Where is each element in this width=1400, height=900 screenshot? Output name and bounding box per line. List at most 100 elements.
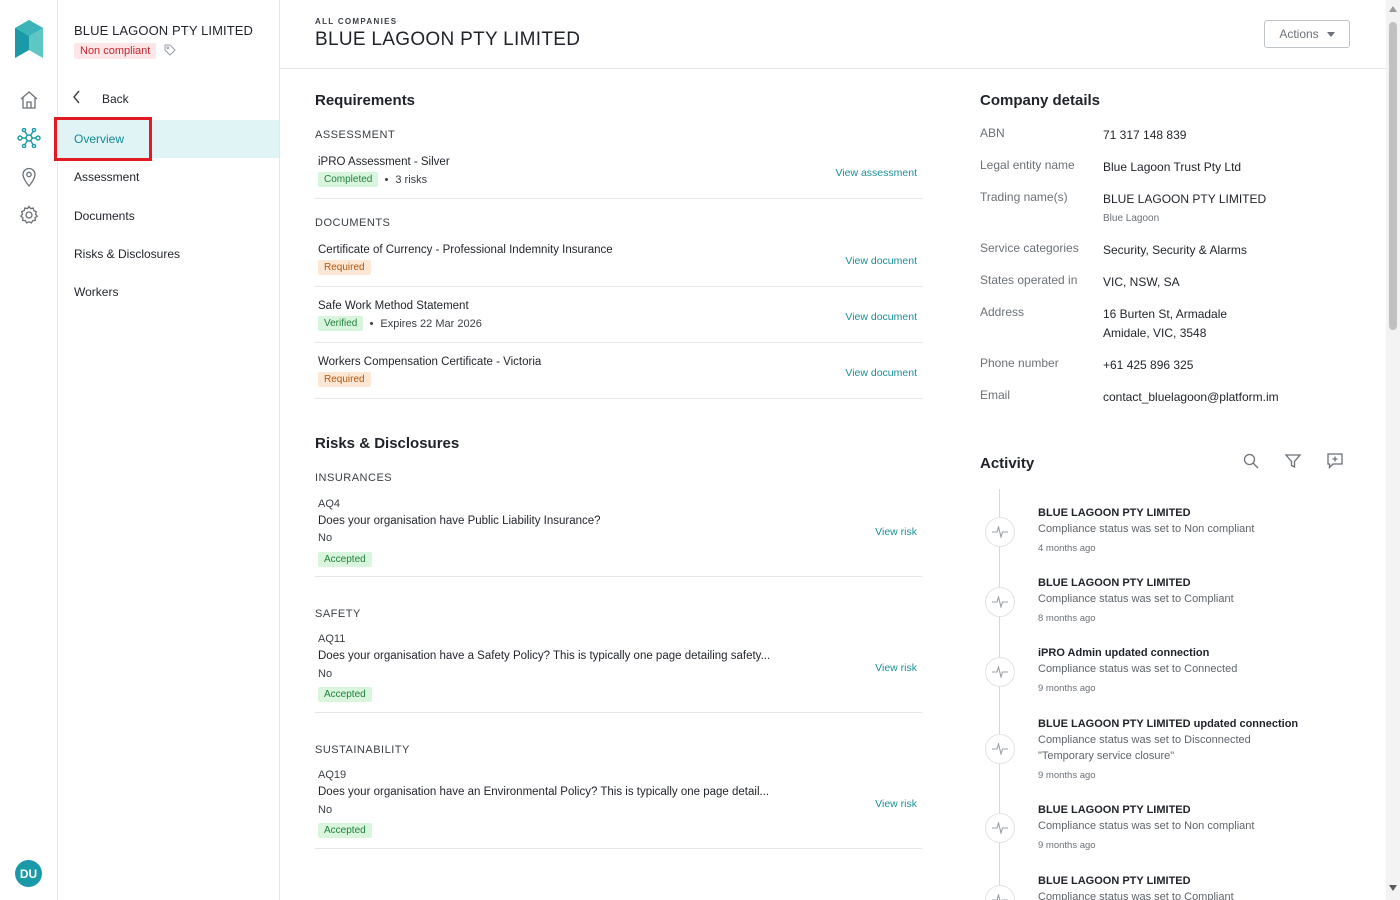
back-button[interactable]: Back: [72, 90, 129, 107]
risk-row: AQ11 Does your organisation have a Safet…: [315, 624, 922, 713]
activity-actor: BLUE LAGOON PTY LIMITED: [1038, 804, 1191, 816]
detail-value: 16 Burten St, Armadale: [1103, 307, 1228, 321]
status-badge: Required: [318, 372, 371, 387]
activity-actor: BLUE LAGOON PTY LIMITED: [1038, 507, 1191, 519]
risk-question: Does your organisation have an Environme…: [318, 786, 770, 798]
activity-actor: BLUE LAGOON PTY LIMITED updated connecti…: [1038, 718, 1299, 730]
sidebar-item-label: Risks & Disclosures: [74, 247, 181, 261]
assessment-meta: Completed 3 risks: [318, 172, 427, 187]
sidebar-item-label: Documents: [74, 209, 135, 223]
page-title: BLUE LAGOON PTY LIMITED: [315, 29, 581, 50]
view-assessment-link[interactable]: View assessment: [835, 167, 917, 179]
sidebar-item-label: Assessment: [74, 170, 140, 184]
logo-icon[interactable]: [15, 20, 43, 60]
detail-subvalue: Blue Lagoon: [1103, 213, 1160, 224]
view-risk-link[interactable]: View risk: [875, 798, 917, 810]
sidebar-item-overview[interactable]: Overview: [54, 117, 279, 161]
search-icon[interactable]: [1242, 452, 1260, 470]
risk-group-label: INSURANCES: [315, 472, 393, 484]
sidebar-company-name: BLUE LAGOON PTY LIMITED: [74, 23, 254, 38]
activity-actor: iPRO Admin updated connection: [1038, 647, 1210, 659]
sidebar-item-label: Workers: [74, 285, 119, 299]
activity-time: 4 months ago: [1038, 543, 1096, 554]
detail-label: Address: [980, 305, 1025, 319]
scroll-down-arrow-icon[interactable]: [1389, 885, 1397, 891]
sidebar-item-workers[interactable]: Workers: [58, 273, 279, 311]
risk-code: AQ11: [318, 633, 346, 645]
risk-group-label: SAFETY: [315, 608, 361, 620]
documents-group-label: DOCUMENTS: [315, 217, 391, 229]
expiry-prefix: Expires: [380, 317, 418, 330]
company-details-title: Company details: [980, 92, 1101, 109]
status-badge: Accepted: [318, 552, 372, 567]
risks-title: Risks & Disclosures: [315, 435, 460, 452]
activity-actor: BLUE LAGOON PTY LIMITED: [1038, 875, 1191, 887]
page-header: ALL COMPANIES BLUE LAGOON PTY LIMITED Ac…: [280, 0, 1386, 69]
status-badge: Verified: [318, 316, 364, 331]
activity-actor: BLUE LAGOON PTY LIMITED: [1038, 577, 1191, 589]
document-name: Workers Compensation Certificate - Victo…: [318, 356, 542, 368]
view-risk-link[interactable]: View risk: [875, 526, 917, 538]
compliance-status-badge: Non compliant: [74, 43, 157, 59]
scrollbar-thumb[interactable]: [1389, 22, 1397, 330]
activity-description: Compliance status was set to Non complia…: [1038, 523, 1255, 535]
status-badge: Accepted: [318, 687, 372, 702]
tag-icon[interactable]: [164, 44, 176, 56]
filter-icon[interactable]: [1284, 452, 1302, 470]
status-badge: Completed: [318, 172, 379, 187]
activity-item: iPRO Admin updated connection Compliance…: [980, 647, 1360, 707]
detail-value: Security, Security & Alarms: [1103, 243, 1247, 257]
actions-dropdown-button[interactable]: Actions: [1264, 20, 1350, 48]
pulse-icon: [985, 813, 1015, 843]
activity-description: Compliance status was set to Compliant: [1038, 891, 1234, 900]
caret-down-icon: [1326, 31, 1335, 37]
back-label: Back: [102, 91, 129, 106]
detail-label: ABN: [980, 126, 1005, 140]
view-risk-link[interactable]: View risk: [875, 662, 917, 674]
detail-label: Phone number: [980, 356, 1059, 370]
detail-value[interactable]: contact_bluelagoon@platform.im: [1103, 388, 1279, 407]
view-document-link[interactable]: View document: [845, 311, 917, 323]
location-pin-icon[interactable]: [16, 164, 42, 190]
network-icon[interactable]: [16, 125, 42, 151]
risk-status: Accepted: [318, 822, 372, 838]
page-scrollbar[interactable]: [1386, 0, 1400, 900]
activity-description: Compliance status was set to Non complia…: [1038, 820, 1255, 832]
pulse-icon: [985, 657, 1015, 687]
add-comment-icon[interactable]: [1326, 452, 1344, 470]
icon-rail: DU: [0, 0, 58, 900]
detail-label: Service categories: [980, 241, 1079, 255]
activity-time: 9 months ago: [1038, 840, 1096, 851]
document-meta: Required: [318, 372, 371, 387]
assessment-row: iPRO Assessment - Silver Completed 3 ris…: [315, 147, 922, 199]
risk-code: AQ4: [318, 498, 341, 510]
activity-description: Compliance status was set to Connected: [1038, 663, 1238, 675]
sidebar-item-risks[interactable]: Risks & Disclosures: [58, 235, 279, 273]
sidebar-item-documents[interactable]: Documents: [58, 197, 279, 235]
chevron-left-icon: [72, 90, 82, 107]
user-avatar[interactable]: DU: [15, 860, 42, 887]
scroll-up-arrow-icon[interactable]: [1389, 6, 1397, 12]
breadcrumb[interactable]: ALL COMPANIES: [315, 17, 397, 26]
settings-gear-icon[interactable]: [16, 202, 42, 228]
risk-code: AQ19: [318, 769, 347, 781]
view-document-link[interactable]: View document: [845, 255, 917, 267]
status-badge: Required: [318, 260, 371, 275]
sidebar-item-assessment[interactable]: Assessment: [58, 158, 279, 196]
assessment-name: iPRO Assessment - Silver: [318, 156, 450, 168]
expiry-date: 22 Mar 2026: [420, 317, 482, 330]
document-name: Safe Work Method Statement: [318, 300, 469, 312]
view-document-link[interactable]: View document: [845, 367, 917, 379]
status-badge: Accepted: [318, 823, 372, 838]
detail-label: States operated in: [980, 273, 1078, 287]
activity-time: 8 months ago: [1038, 613, 1096, 624]
home-icon[interactable]: [16, 87, 42, 113]
detail-value: Amidale, VIC, 3548: [1103, 326, 1207, 340]
risk-group-label: SUSTAINABILITY: [315, 744, 410, 756]
activity-time: 9 months ago: [1038, 683, 1096, 694]
activity-item: BLUE LAGOON PTY LIMITED Compliance statu…: [980, 577, 1360, 637]
activity-item: BLUE LAGOON PTY LIMITED Compliance statu…: [980, 804, 1360, 864]
detail-value: VIC, NSW, SA: [1103, 275, 1180, 289]
risk-count: 3 risks: [395, 173, 428, 186]
activity-note: "Temporary service closure": [1038, 750, 1175, 762]
